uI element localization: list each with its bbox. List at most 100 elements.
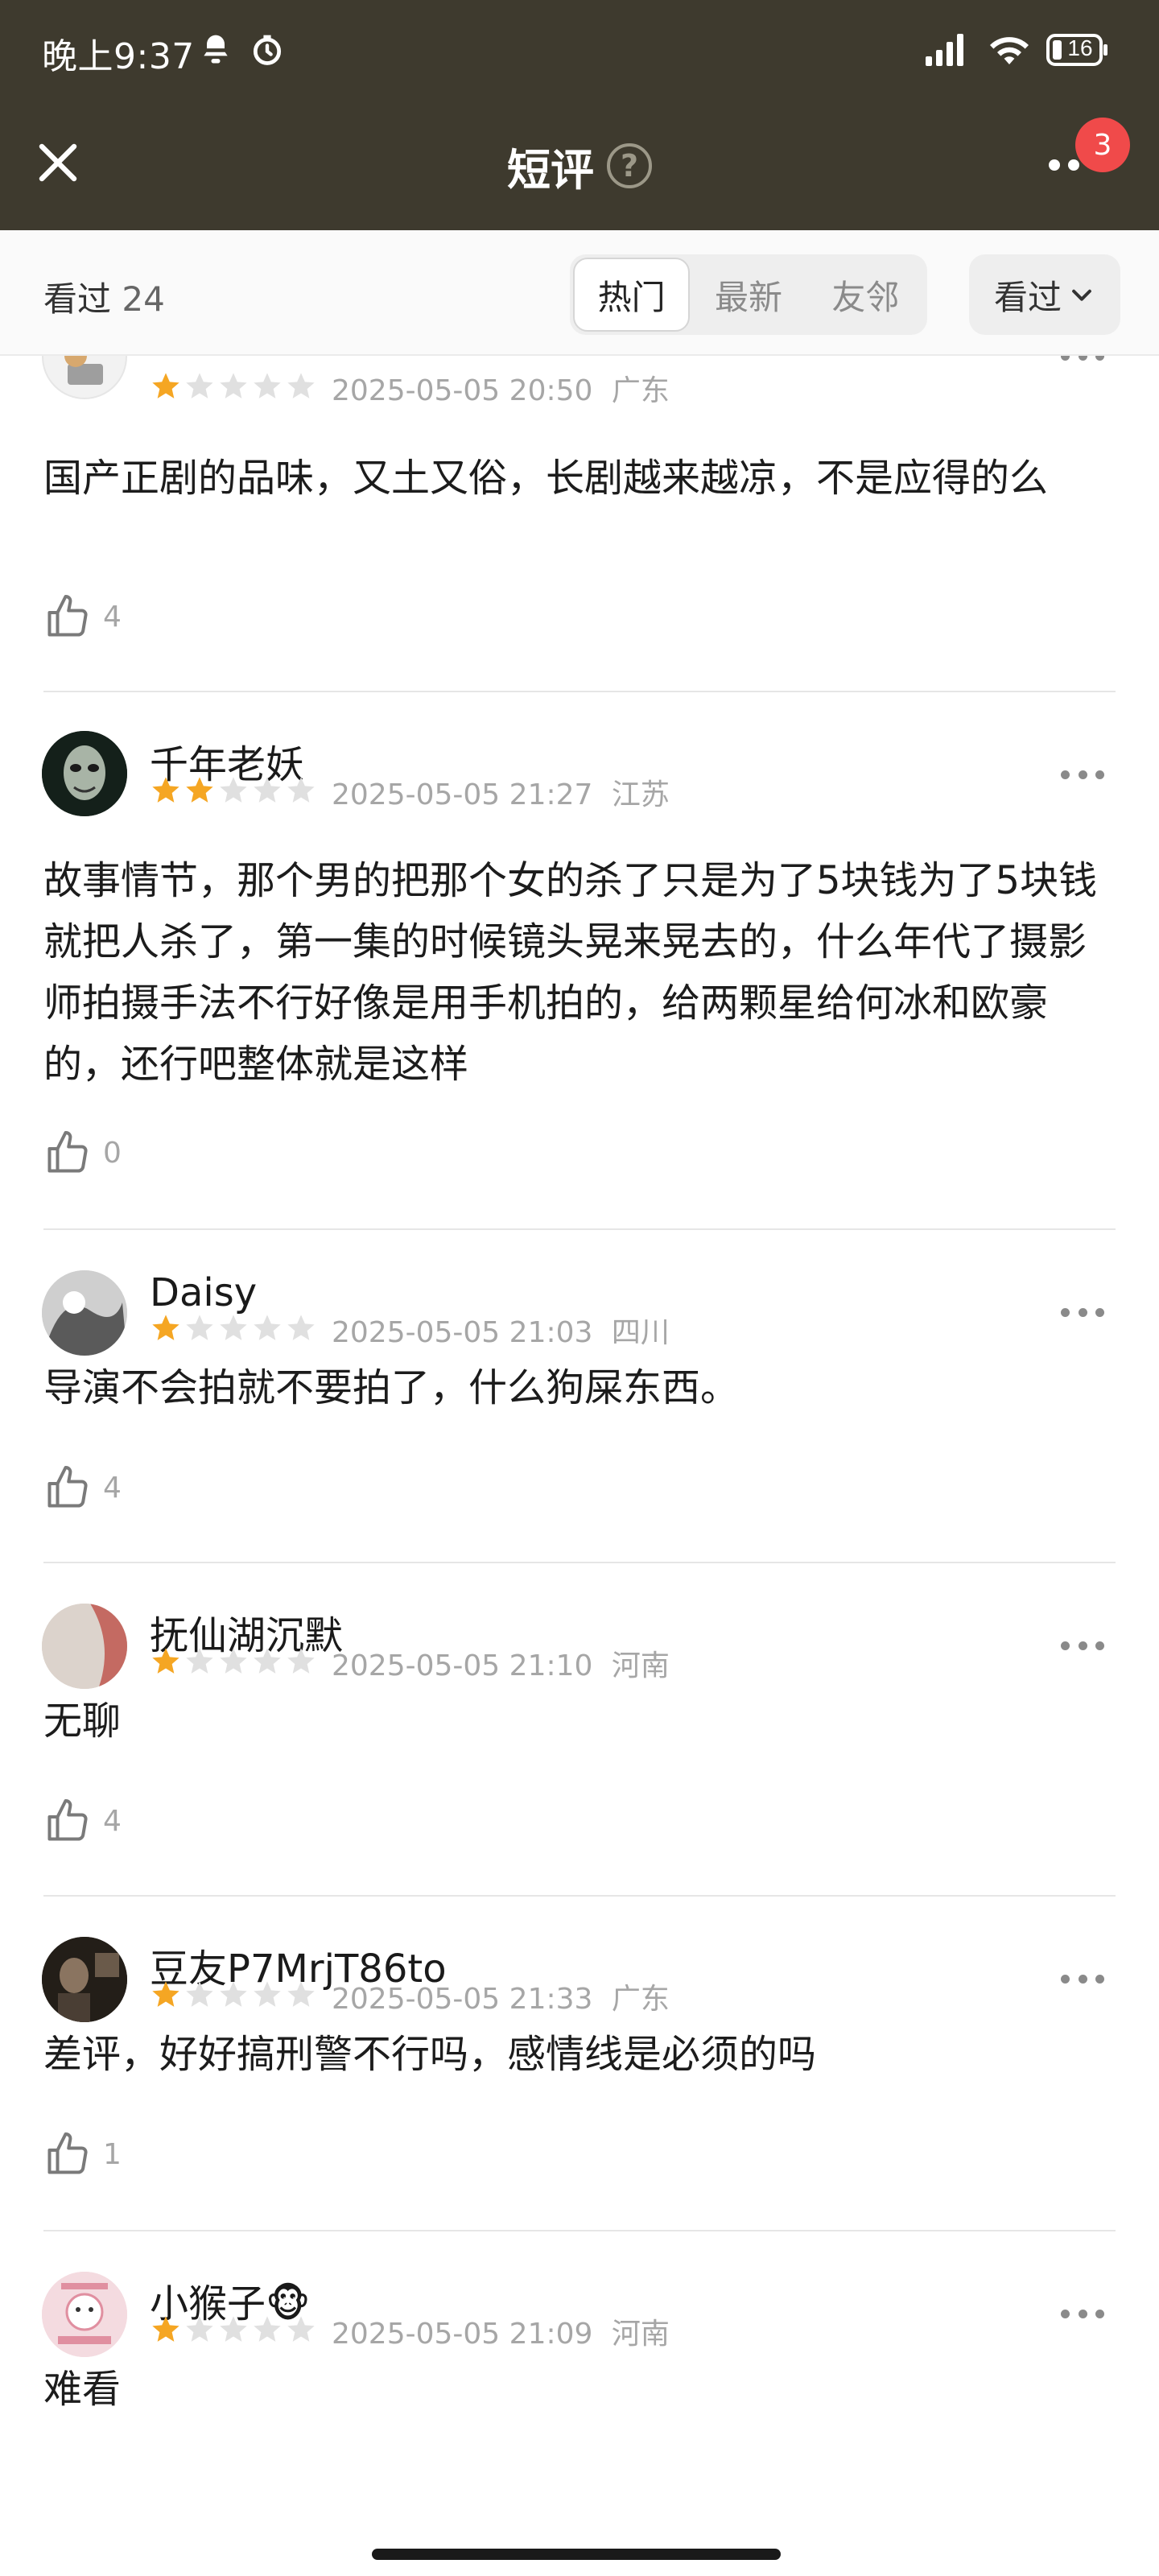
divider [43, 2230, 1116, 2231]
rating-stars [150, 774, 317, 807]
comment-location: 广东 [611, 374, 670, 407]
comment-more-button[interactable] [1061, 356, 1104, 364]
like-count: 0 [103, 1136, 122, 1170]
comment-date: 2025-05-05 21:03 [332, 1316, 593, 1349]
star-filled-icon [152, 2316, 179, 2342]
comment-meta: 2025-05-05 21:03 四川 [332, 1309, 670, 1351]
star-empty-icon [186, 1315, 213, 1340]
comment-location: 河南 [611, 2318, 670, 2351]
help-icon[interactable]: ? [607, 143, 652, 188]
star-empty-icon [186, 373, 213, 398]
divider [43, 691, 1116, 692]
divider [43, 1562, 1116, 1563]
thumbs-up-icon [47, 595, 88, 637]
avatar[interactable] [42, 1937, 127, 2022]
star-filled-icon [152, 1648, 179, 1674]
watched-label: 看过 [43, 279, 112, 319]
comment-text: 差评，好好搞刑警不行吗，感情线是必须的吗 [43, 2032, 817, 2077]
notification-badge: 3 [1075, 118, 1130, 172]
thumbs-up-icon [47, 1466, 88, 1508]
like-count: 4 [103, 1804, 122, 1838]
comment-meta: 2025-05-05 21:27 江苏 [332, 771, 670, 813]
comment-text: 故事情节，那个男的把那个女的杀了只是为了5块钱为了5块钱就把人杀了，第一集的时候… [43, 858, 1098, 1087]
comment-text: 难看 [43, 2367, 122, 2412]
filter-bar: 看过 24 热门 最新 友邻 看过 [0, 230, 1159, 356]
star-empty-icon [186, 2316, 213, 2342]
like-count: 1 [103, 2137, 122, 2171]
avatar[interactable] [42, 356, 127, 399]
star-empty-icon [287, 1648, 315, 1674]
thumbs-up-icon [47, 1799, 88, 1841]
star-empty-icon [254, 1315, 281, 1340]
status-bar: 晚上9:37 16 [0, 0, 1159, 105]
chevron-down-icon [1072, 289, 1091, 301]
battery-level: 16 [1067, 35, 1093, 60]
divider [43, 1228, 1116, 1230]
dot-icon [1068, 159, 1079, 171]
comment-location: 江苏 [611, 778, 670, 811]
rating-stars [150, 2314, 317, 2346]
dot-icon [1049, 159, 1060, 171]
star-empty-icon [287, 2316, 315, 2342]
comment-date: 2025-05-05 21:27 [332, 778, 593, 811]
avatar[interactable] [42, 1604, 127, 1689]
username[interactable]: Daisy [150, 1270, 257, 1315]
comment-meta: 2025-05-05 20:50 广东 [332, 367, 670, 409]
like-button[interactable]: 4 [43, 592, 122, 641]
star-empty-icon [220, 1315, 247, 1340]
tab-friends[interactable]: 友邻 [807, 258, 924, 332]
comment-text: 国产正剧的品味，又土又俗，长剧越来越凉，不是应得的么 [43, 456, 1049, 501]
star-empty-icon [220, 1981, 247, 2007]
like-button[interactable]: 4 [43, 1463, 122, 1512]
page-title: 短评 [507, 144, 594, 196]
sort-tabs: 热门 最新 友邻 [570, 254, 927, 335]
comment-location: 广东 [611, 1983, 670, 2016]
avatar[interactable] [42, 731, 127, 816]
star-empty-icon [220, 777, 247, 803]
like-button[interactable]: 0 [43, 1129, 122, 1177]
comment-meta: 2025-05-05 21:10 河南 [332, 1642, 670, 1684]
clock-icon [253, 35, 282, 65]
avatar[interactable] [42, 2272, 127, 2357]
rating-stars [150, 370, 317, 402]
comment-meta: 2025-05-05 21:33 广东 [332, 1975, 670, 2017]
comment-date: 2025-05-05 21:33 [332, 1983, 593, 2016]
title-bar: 短评 ? 3 [0, 105, 1159, 230]
thumbs-up-icon [47, 2132, 88, 2174]
comment-more-button[interactable] [1061, 2306, 1104, 2322]
avatar[interactable] [42, 1270, 127, 1356]
like-count: 4 [103, 1471, 122, 1505]
comment-location: 四川 [611, 1316, 670, 1349]
like-count: 4 [103, 600, 122, 634]
title-group: 短评 ? [0, 134, 1159, 198]
watched-filter-dropdown[interactable]: 看过 [969, 254, 1120, 335]
star-empty-icon [186, 1981, 213, 2007]
star-empty-icon [287, 1315, 315, 1340]
comment-date: 2025-05-05 20:50 [332, 374, 593, 407]
star-empty-icon [287, 777, 315, 803]
comment-text: 导演不会拍就不要拍了，什么狗屎东西。 [43, 1365, 740, 1410]
battery-icon: 16 [1046, 32, 1109, 68]
like-button[interactable]: 1 [43, 2130, 122, 2178]
divider [43, 1895, 1116, 1897]
comment-text: 无聊 [43, 1699, 122, 1744]
star-filled-icon [152, 1315, 179, 1340]
wifi-icon [990, 37, 1029, 64]
comment-more-button[interactable] [1061, 1971, 1104, 1987]
comment-more-button[interactable] [1061, 1304, 1104, 1320]
watched-count: 24 [122, 279, 165, 319]
tab-latest[interactable]: 最新 [690, 258, 806, 332]
bell-icon [202, 35, 229, 64]
comment-more-button[interactable] [1061, 766, 1104, 782]
like-button[interactable]: 4 [43, 1797, 122, 1845]
star-empty-icon [186, 1648, 213, 1674]
comment-date: 2025-05-05 21:10 [332, 1649, 593, 1682]
top-bar: 晚上9:37 16 短评 ? 3 [0, 0, 1159, 230]
comment-list: 2025-05-05 20:50 广东 国产正剧的品味，又土又俗，长剧越来越凉，… [0, 356, 1159, 2529]
star-empty-icon [287, 373, 315, 398]
comment-more-button[interactable] [1061, 1637, 1104, 1653]
home-indicator[interactable] [372, 2549, 781, 2560]
tab-hot[interactable]: 热门 [573, 258, 691, 332]
star-empty-icon [254, 1981, 281, 2007]
star-empty-icon [254, 373, 281, 398]
